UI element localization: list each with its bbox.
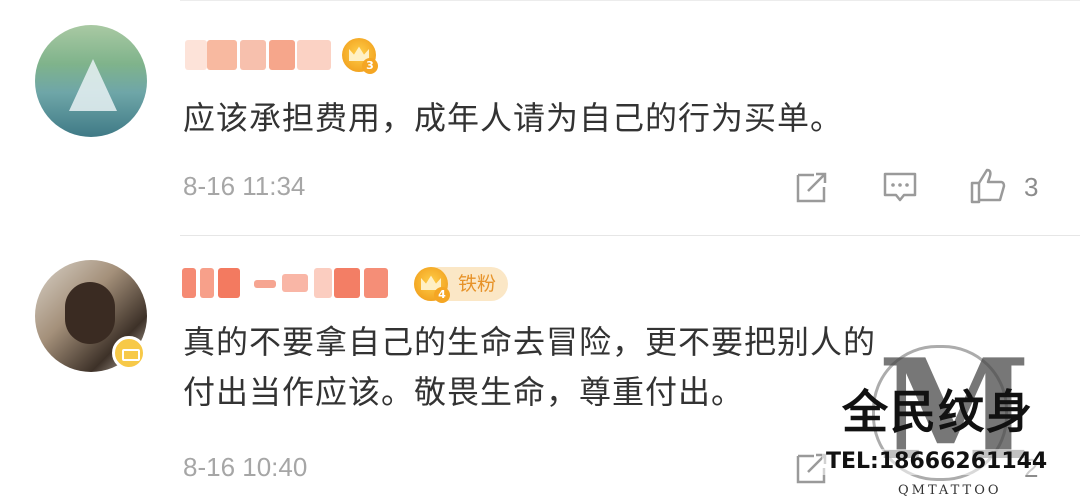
username-blurred[interactable] <box>185 40 335 70</box>
watermark-tel: TEL:18666261144 <box>822 449 1052 475</box>
crown-badge-icon: 3 <box>342 38 378 74</box>
like-count: 3 <box>1024 172 1039 202</box>
comment-time: 8-16 11:34 <box>183 171 306 201</box>
comment-time: 8-16 10:40 <box>183 452 308 482</box>
avatar[interactable] <box>35 25 147 137</box>
like-icon[interactable] <box>968 166 1008 206</box>
username-blurred[interactable] <box>182 268 407 298</box>
watermark-brand: QMTATTOO <box>898 483 1002 498</box>
comment-text: 应该承担费用，成年人请为自己的行为买单。 <box>183 99 844 137</box>
comment-item: 3 应该承担费用，成年人请为自己的行为买单。 8-16 11:34 3 <box>0 0 1080 235</box>
crown-badge-icon: 4 <box>414 267 450 303</box>
repost-icon[interactable] <box>792 167 832 207</box>
watermark: M 全民纹身 TEL:18666261144 QMTATTOO <box>820 335 1080 504</box>
watermark-name: 全民纹身 <box>842 385 1034 439</box>
comment-icon[interactable] <box>880 167 920 207</box>
comment-text-line1: 真的不要拿自己的生命去冒险，更不要把别人的 <box>183 323 877 361</box>
comment-text-line2: 付出当作应该。敬畏生命，尊重付出。 <box>183 373 745 411</box>
verified-badge-icon <box>112 336 146 370</box>
